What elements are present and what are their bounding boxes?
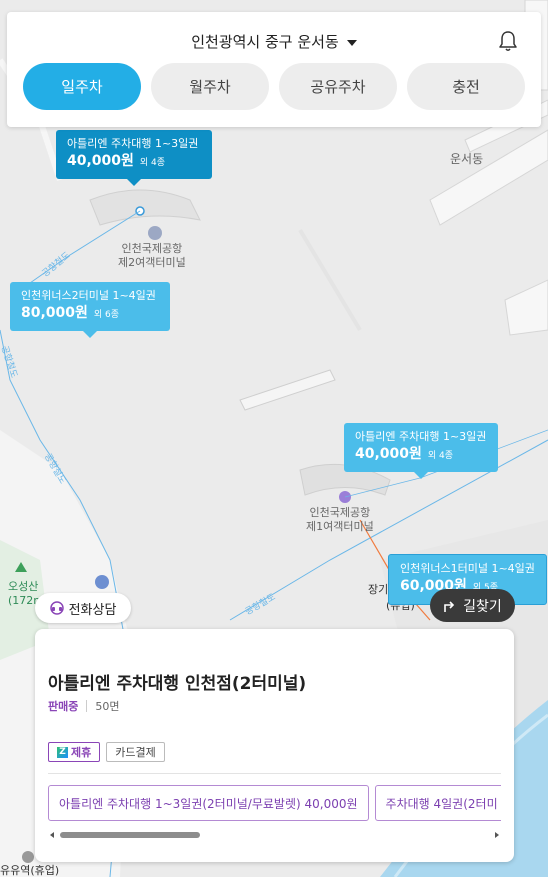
product-chip[interactable]: 아틀리엔 주차대행 1~3일권(2터미널/무료발렛) 40,000원 [48,785,369,821]
phone-consult-button[interactable]: 전화상담 [35,593,131,623]
location-text: 인천광역시 중구 운서동 [191,33,339,51]
tab-charging[interactable]: 충전 [407,63,525,110]
parking-detail-card[interactable]: 아틀리엔 주차대행 인천점(2터미널) 판매중 50면 Z 제휴 카드결제 아틀… [35,629,514,862]
marker-price: 40,000원 [355,446,422,462]
divider [48,773,501,774]
partner-tag: Z 제휴 [48,742,101,762]
partner-tag-label: 제휴 [71,746,92,759]
directions-button[interactable]: 길찾기 [430,589,515,622]
marker-title: 아틀리엔 주차대행 1~3일권 [67,137,199,150]
product-list[interactable]: 아틀리엔 주차대행 1~3일권(2터미널/무료발렛) 40,000원 주차대행 4… [48,785,501,821]
location-selector[interactable]: 인천광역시 중구 운서동 [7,31,541,52]
marker-title: 아틀리엔 주차대행 1~3일권 [355,430,487,443]
parking-title: 아틀리엔 주차대행 인천점(2터미널) [48,674,307,694]
map-label-jangi: 장기 [368,583,389,596]
marker-title: 인천위너스2터미널 1~4일권 [21,289,156,302]
scroll-left-icon[interactable] [50,832,54,838]
price-marker[interactable]: 인천위너스2터미널 1~4일권 80,000원 외 6종 [10,282,170,338]
top-panel: 인천광역시 중구 운서동 일주차 월주차 공유주차 충전 [7,12,541,127]
tag-list: Z 제휴 카드결제 [48,742,165,762]
turn-right-icon [444,600,455,612]
bell-icon[interactable] [498,30,518,52]
horizontal-scrollbar[interactable] [48,830,501,840]
meta-divider [86,700,88,712]
marker-count: 외 4종 [427,451,454,461]
map-label-unseo: 운서동 [450,152,484,166]
tab-shared[interactable]: 공유주차 [279,63,397,110]
product-chip[interactable]: 주차대행 4일권(2터미 [374,785,501,821]
scroll-thumb[interactable] [60,832,200,838]
card-payment-tag: 카드결제 [106,742,165,762]
map-label-bottom-left: 유유역(휴업) [0,864,60,877]
tab-monthly[interactable]: 월주차 [151,63,269,110]
phone-consult-label: 전화상담 [68,602,117,618]
directions-label: 길찾기 [463,598,502,615]
marker-price: 80,000원 [21,305,88,321]
marker-count: 외 4종 [139,158,166,168]
scroll-right-icon[interactable] [495,832,499,838]
tab-daily[interactable]: 일주차 [23,63,141,110]
marker-price: 40,000원 [67,153,134,169]
map-label-terminal1: 인천국제공항 제1여객터미널 [306,506,374,533]
marker-title: 인천위너스1터미널 1~4일권 [400,562,535,575]
price-marker[interactable]: 아틀리엔 주차대행 1~3일권 40,000원 외 4종 [56,130,212,186]
headset-icon [49,601,64,615]
price-marker[interactable]: 아틀리엔 주차대행 1~3일권 40,000원 외 4종 [344,423,498,479]
caret-down-icon [346,39,357,46]
partner-logo-icon: Z [57,746,68,758]
space-count: 50면 [95,700,120,713]
marker-count: 외 6종 [93,310,120,320]
parking-meta: 판매중 50면 [48,698,120,714]
sale-status: 판매중 [48,700,79,713]
map-label-terminal2: 인천국제공항 제2여객터미널 [118,242,186,269]
parking-type-tabs: 일주차 월주차 공유주차 충전 [23,63,525,110]
